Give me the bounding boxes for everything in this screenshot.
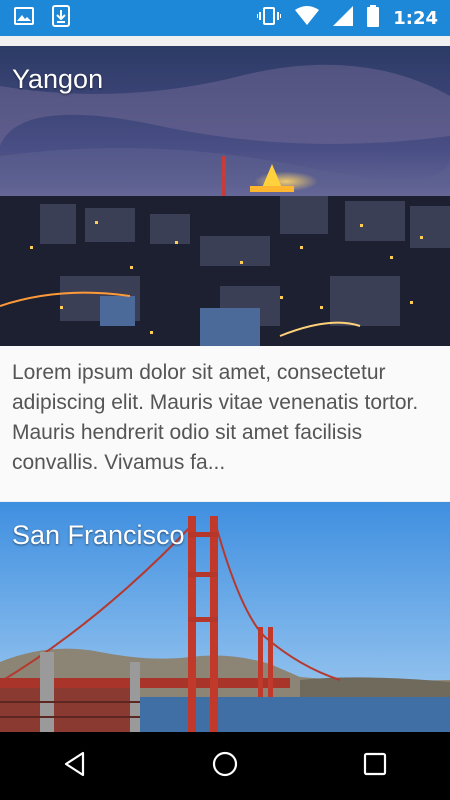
signal-icon (333, 6, 354, 30)
image-icon (14, 6, 34, 30)
vibrate-icon (256, 6, 283, 30)
card-title: San Francisco (12, 520, 185, 550)
san-francisco-photo: San Francisco (0, 502, 450, 732)
recents-button[interactable] (340, 736, 410, 796)
card-list[interactable]: Yangon Lorem ipsum dolor sit amet, conse… (0, 36, 450, 732)
wifi-icon (295, 6, 320, 30)
back-button[interactable] (40, 736, 110, 796)
download-icon (52, 5, 70, 31)
status-bar: 1:24 (0, 0, 450, 36)
city-card-san-francisco[interactable]: San Francisco (0, 502, 450, 732)
back-icon (62, 751, 88, 781)
battery-icon (367, 5, 380, 31)
recents-icon (363, 752, 387, 780)
navigation-bar (0, 732, 450, 800)
home-icon (211, 750, 239, 782)
city-card-yangon[interactable]: Yangon Lorem ipsum dolor sit amet, conse… (0, 46, 450, 501)
home-button[interactable] (190, 736, 260, 796)
clock: 1:24 (393, 7, 438, 29)
card-description: Lorem ipsum dolor sit amet, consectetur … (12, 361, 419, 474)
card-title: Yangon (12, 64, 104, 94)
yangon-photo: Yangon (0, 46, 450, 346)
